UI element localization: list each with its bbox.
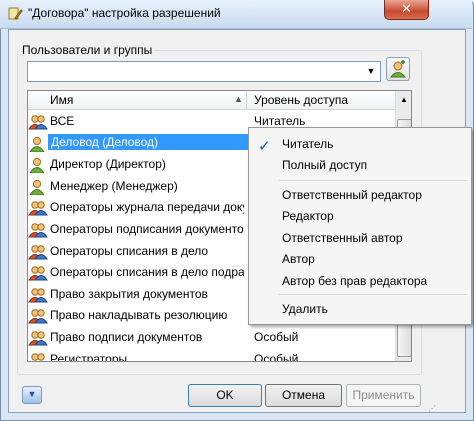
cancel-button[interactable]: Отмена: [265, 384, 342, 407]
row-name: Право подписи документов: [50, 330, 203, 344]
user-select-combo[interactable]: ▼: [27, 61, 381, 82]
add-user-button[interactable]: [386, 57, 410, 81]
window-title: "Договора" настройка разрешений: [28, 6, 221, 20]
menu-item-label: Полный доступ: [282, 158, 368, 172]
menu-item-delete[interactable]: Удалить: [249, 298, 471, 319]
row-name: Менеджер (Менеджер): [50, 178, 178, 193]
group-icon: [28, 265, 48, 281]
table-row[interactable]: Право подписи документов Особый: [28, 327, 395, 348]
column-name-header[interactable]: Имя: [50, 93, 73, 107]
user-icon: [28, 136, 48, 153]
row-name: Операторы списания в дело: [50, 243, 209, 258]
resize-grip-icon[interactable]: ⋰: [428, 404, 438, 414]
menu-item-label: Ответственный редактор: [282, 188, 422, 202]
group-icon: [28, 200, 48, 216]
row-name: Право закрытия документов: [50, 286, 208, 301]
menu-item-responsible-author[interactable]: Ответственный автор: [249, 227, 471, 248]
user-icon: [28, 157, 48, 174]
group-icon: [28, 287, 48, 303]
column-separator[interactable]: [246, 91, 247, 109]
sort-ascending-icon: ▲: [234, 94, 243, 104]
chevron-down-icon[interactable]: ▼: [364, 64, 378, 79]
row-access-level: Особый: [254, 351, 299, 362]
column-level-header[interactable]: Уровень доступа: [254, 93, 348, 107]
menu-item-label: Автор без прав редактора: [282, 274, 428, 288]
row-name: Операторы журнала передачи докум...: [50, 200, 244, 215]
checkmark-icon: ✓: [258, 138, 271, 155]
menu-item-label: Читатель: [282, 137, 334, 151]
menu-item-author-no-edit[interactable]: Автор без прав редактора: [249, 270, 471, 291]
user-icon: [28, 179, 48, 196]
menu-item-full-access[interactable]: Полный доступ: [249, 154, 471, 175]
key-pen-icon: [8, 7, 23, 20]
chevron-down-icon: ▼: [27, 389, 37, 399]
menu-item-label: Ответственный автор: [282, 231, 403, 245]
menu-item-responsible-editor[interactable]: Ответственный редактор: [249, 184, 471, 205]
row-name: Операторы списания в дело подразд...: [50, 265, 244, 280]
menu-item-author[interactable]: Автор: [249, 248, 471, 269]
group-icon: [28, 330, 48, 346]
table-row[interactable]: Регистраторы Особый: [28, 349, 395, 362]
row-name: ВСЕ: [50, 114, 75, 128]
row-name: Право накладывать резолюцию: [50, 308, 228, 323]
row-access-level: Читатель: [254, 114, 306, 128]
menu-separator: [279, 294, 467, 295]
menu-separator: [279, 180, 467, 181]
row-access-level: Особый: [254, 330, 299, 344]
access-level-context-menu: ✓ Читатель Полный доступ Ответственный р…: [248, 127, 472, 325]
title-bar: "Договора" настройка разрешений ✕: [0, 0, 472, 29]
row-name: Директор (Директор): [50, 157, 166, 172]
row-name: Деловод (Деловод): [48, 133, 248, 150]
scroll-up-icon[interactable]: ▲: [396, 91, 411, 108]
list-header: Имя ▲ Уровень доступа: [28, 91, 395, 110]
group-icon: [28, 352, 48, 361]
menu-item-label: Редактор: [282, 209, 334, 223]
group-icon: [28, 308, 48, 324]
group-icon: [28, 244, 48, 260]
menu-item-reader[interactable]: ✓ Читатель: [249, 133, 471, 155]
apply-button[interactable]: Применить: [346, 384, 421, 407]
menu-item-editor[interactable]: Редактор: [249, 205, 471, 226]
group-icon: [28, 114, 48, 130]
ok-button[interactable]: OK: [188, 384, 262, 407]
menu-item-label: Удалить: [282, 302, 328, 316]
close-button[interactable]: ✕: [384, 0, 429, 20]
group-icon: [28, 222, 48, 238]
row-name: Операторы подписания документов: [50, 222, 244, 236]
add-user-icon: [389, 60, 407, 78]
users-groups-label: Пользователи и группы: [20, 43, 155, 57]
menu-item-label: Автор: [282, 252, 315, 266]
expand-details-button[interactable]: ▼: [22, 386, 42, 404]
row-name: Регистраторы: [50, 351, 128, 362]
